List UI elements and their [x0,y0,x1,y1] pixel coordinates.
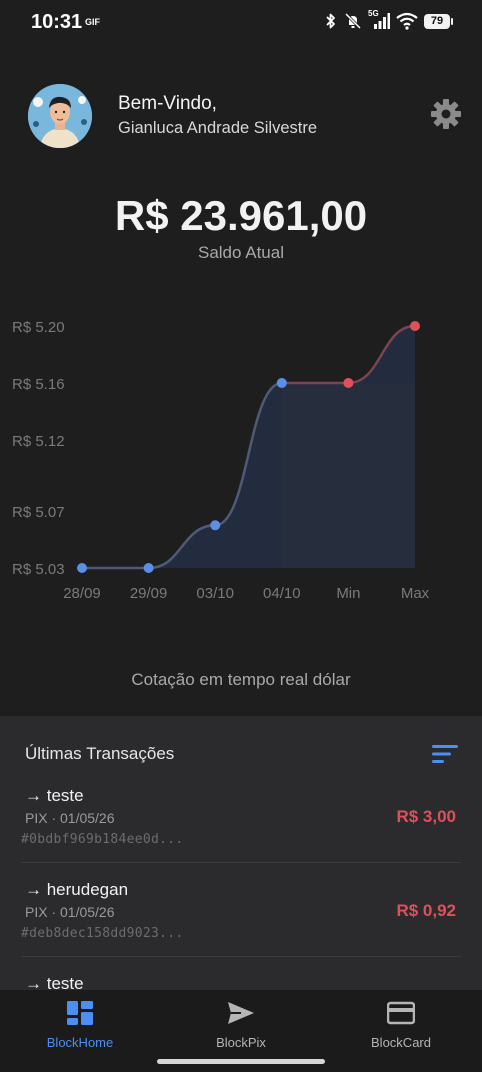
nav-blockcard[interactable]: BlockCard [321,990,481,1072]
data-point[interactable] [343,377,354,388]
data-point[interactable] [410,321,420,331]
x-tick-label: 04/10 [263,585,301,602]
transaction-amount: R$ 3,00 [396,807,456,826]
data-point[interactable] [77,563,87,573]
nav-blockhome[interactable]: BlockHome [0,990,160,1072]
status-bar: 10:31 GIF 5G 79 [0,0,482,46]
nav-label: BlockHome [46,1035,114,1050]
muted-bell-icon [344,12,362,30]
divider [21,862,461,863]
transaction-name: → herudegan [25,880,129,899]
transaction-meta: PIX · 01/05/26 [25,904,115,920]
divider [21,956,461,957]
status-time: 10:31 [31,11,83,33]
user-name: Gianluca Andrade Silvestre [118,119,318,137]
sort-filter-icon[interactable] [432,744,458,764]
y-tick-label: R$ 5.12 [12,433,65,450]
balance-label: Saldo Atual [197,243,284,262]
profile-header: Bem-Vindo, Gianluca Andrade Silvestre [28,84,462,148]
avatar[interactable] [28,84,92,148]
y-tick-label: R$ 5.20 [12,319,65,336]
balance-amount: R$ 23.961,00 [114,192,368,239]
card-icon [387,1001,415,1025]
transaction-amount: R$ 0,92 [396,901,456,920]
chart-area-range [281,382,415,568]
transaction-hash: #deb8dec158dd9023... [21,926,184,941]
battery-indicator: 79 [424,13,453,29]
dollar-rate-chart: R$ 5.20 R$ 5.16 R$ 5.12 R$ 5.07 R$ 5.03 28/09… [12,319,430,602]
transaction-row[interactable]: → herudegan PIX · 01/05/26 #deb8dec158dd… [0,880,482,974]
y-tick-label: R$ 5.03 [12,561,65,578]
nav-label: BlockPix [216,1035,266,1050]
transaction-name: → teste [25,974,84,990]
y-tick-label: R$ 5.16 [12,376,65,393]
data-point[interactable] [210,520,221,531]
transactions-panel: Últimas Transações → teste PIX · 01/05/2… [0,716,482,990]
nav-label: BlockCard [371,1035,431,1050]
x-tick-label: 28/09 [63,585,101,602]
y-tick-label: R$ 5.07 [12,504,65,521]
gif-indicator: GIF [85,17,100,27]
transaction-hash: #0bdbf969b184ee0d... [21,832,184,847]
cell-signal-icon: 5G [368,9,390,30]
battery-level: 79 [430,15,444,27]
send-icon [228,1002,254,1024]
welcome-text: Bem-Vindo, [118,93,217,114]
x-tick-label: 29/09 [130,585,168,602]
transaction-meta: PIX · 01/05/26 [25,810,115,826]
x-tick-label: Min [336,585,360,602]
wifi-icon [396,12,418,30]
transaction-row[interactable]: → teste [0,974,482,990]
x-tick-label: Max [401,585,430,602]
x-tick-label: 03/10 [196,585,234,602]
dashboard-icon [67,1001,93,1025]
bluetooth-icon [326,13,335,29]
transactions-title: Últimas Transações [25,744,175,763]
chart-caption: Cotação em tempo real dólar [131,670,351,689]
status-icons: 5G 79 [324,9,453,30]
transaction-row[interactable]: → teste PIX · 01/05/26 #0bdbf969b184ee0d… [0,786,482,880]
gear-icon[interactable] [430,98,462,130]
data-point[interactable] [143,563,154,573]
data-point[interactable] [276,377,287,388]
transaction-name: → teste [25,786,84,805]
home-indicator[interactable] [157,1059,325,1064]
